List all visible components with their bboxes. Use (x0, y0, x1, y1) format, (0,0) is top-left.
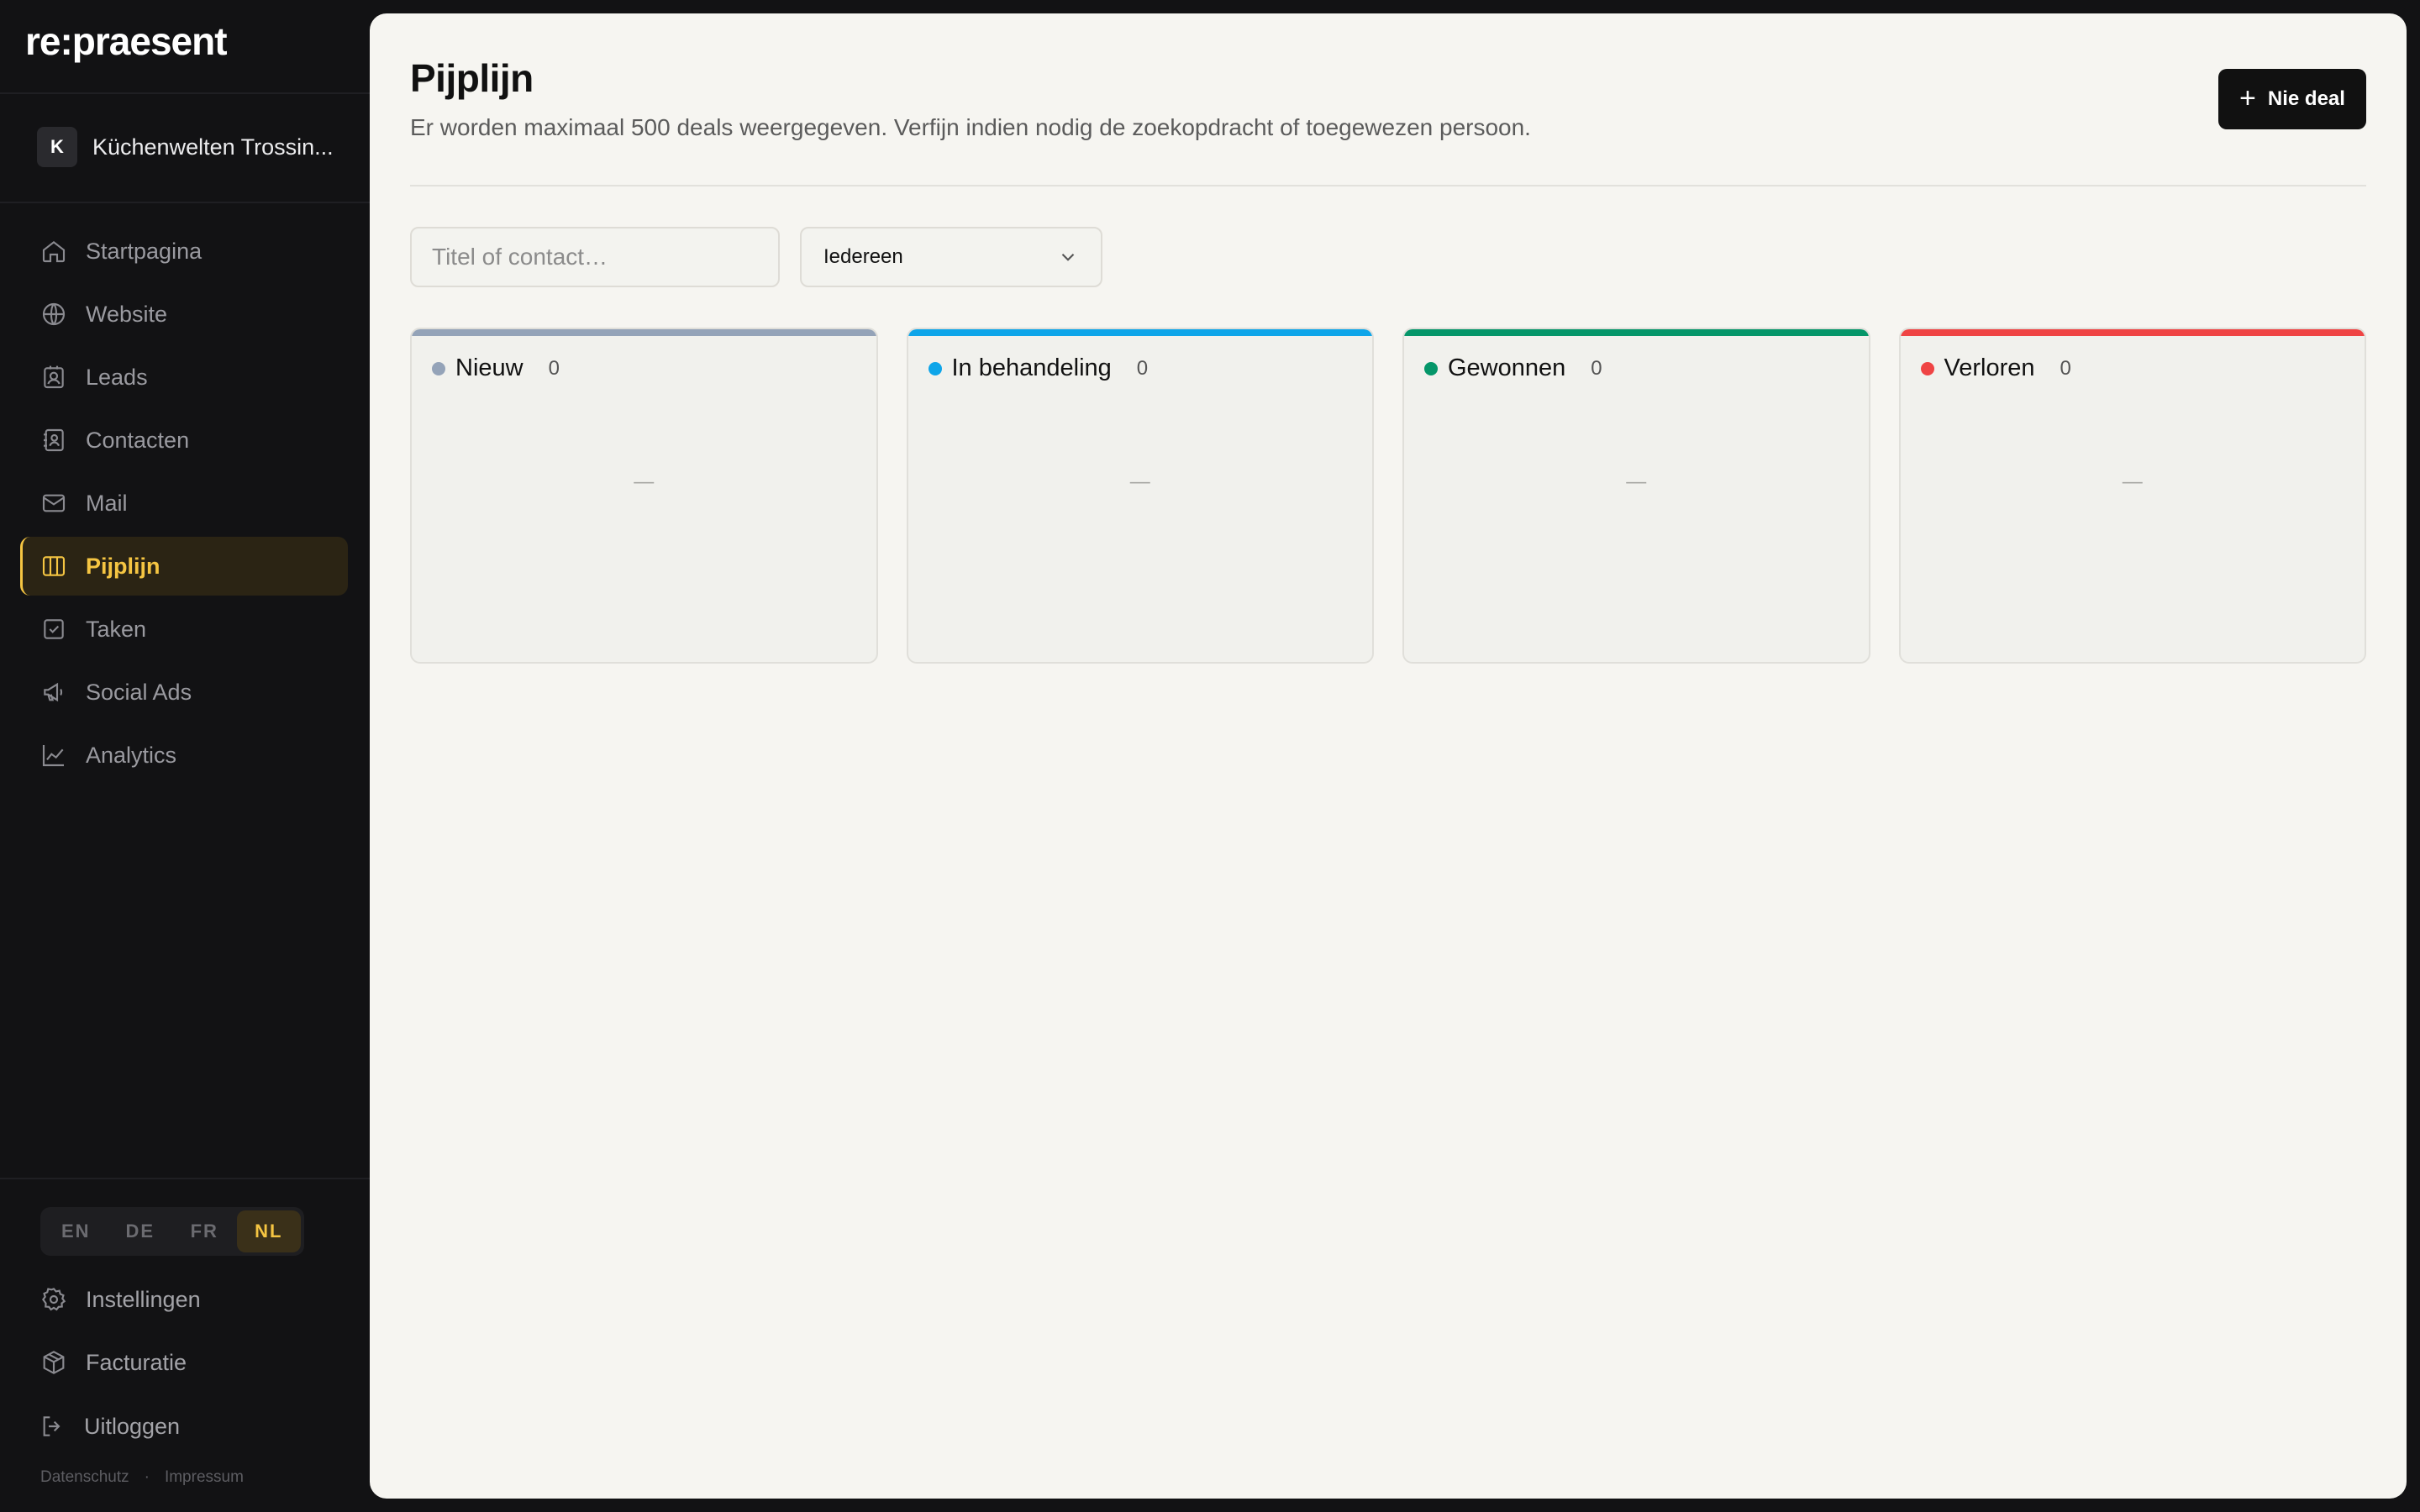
checkbox-icon (44, 619, 64, 639)
sidebar-divider (0, 92, 370, 94)
sidebar: re:praesent K Küchenwelten Trossin... St… (0, 0, 370, 1512)
status-dot (1920, 361, 1934, 375)
sidebar-item-startpagina[interactable]: Startpagina (20, 222, 348, 281)
logout-label: Uitloggen (84, 1413, 181, 1439)
column-title: Gewonnen (1448, 354, 1566, 381)
sidebar-item-contacten[interactable]: Contacten (20, 411, 348, 470)
plus-icon: + (2239, 81, 2256, 114)
box-icon (43, 1351, 65, 1374)
column-empty-state: — (634, 470, 655, 493)
logout-icon (43, 1416, 60, 1436)
sidebar-item-mail[interactable]: Mail (20, 474, 348, 533)
column-count: 0 (1136, 356, 1149, 380)
page-title: Pijplijn (410, 56, 534, 100)
column-title: Verloren (1944, 354, 2035, 381)
language-switcher: EN DE FR NL (40, 1207, 304, 1256)
sidebar-item-label: Social Ads (86, 679, 192, 705)
globe-icon (42, 302, 66, 326)
column-color-bar (412, 329, 876, 336)
sidebar-item-social-ads[interactable]: Social Ads (20, 663, 348, 722)
sidebar-item-website[interactable]: Website (20, 285, 348, 344)
page-subtitle: Er worden maximaal 500 deals weergegeven… (410, 114, 1531, 140)
status-dot (1424, 361, 1438, 375)
lang-nl-button[interactable]: NL (236, 1210, 301, 1252)
sidebar-item-label: Website (86, 301, 168, 327)
pipeline-column-in-behandeling: In behandeling 0 — (906, 328, 1374, 664)
column-count: 0 (1591, 356, 1602, 380)
header-divider (410, 185, 2366, 186)
lang-fr-button[interactable]: FR (172, 1210, 237, 1252)
sidebar-item-label: Leads (86, 364, 148, 390)
column-header: Nieuw 0 (432, 354, 560, 382)
sidebar-item-label: Pijplijn (86, 553, 160, 579)
assignee-select[interactable]: Iedereen (800, 227, 1102, 287)
lang-en-button[interactable]: EN (44, 1210, 108, 1252)
megaphone-icon (44, 682, 63, 702)
pipeline-column-gewonnen: Gewonnen 0 — (1402, 328, 1870, 664)
chevron-down-icon (1061, 253, 1075, 261)
imprint-link[interactable]: Impressum (165, 1468, 244, 1487)
sidebar-item-label: Taken (86, 616, 147, 642)
contact-book-icon (44, 428, 64, 452)
org-switcher[interactable]: K Küchenwelten Trossin... (37, 126, 348, 168)
column-count: 0 (548, 356, 560, 380)
mail-icon (42, 494, 66, 512)
column-title: In behandeling (951, 354, 1112, 381)
kanban-icon (42, 556, 66, 576)
leads-icon (44, 365, 64, 389)
column-empty-state: — (2122, 470, 2143, 493)
sidebar-item-leads[interactable]: Leads (20, 348, 348, 407)
search-input[interactable] (410, 227, 780, 287)
new-deal-button[interactable]: + Nie deal (2218, 69, 2366, 129)
new-deal-label: Nie deal (2267, 87, 2345, 110)
pipeline-column-nieuw: Nieuw 0 — (410, 328, 878, 664)
billing-link[interactable]: Facturatie (40, 1341, 187, 1383)
settings-link[interactable]: Instellingen (40, 1278, 201, 1320)
column-count: 0 (2060, 356, 2071, 380)
sidebar-nav: Startpagina Website Leads Contacten Mail… (20, 222, 348, 789)
sidebar-divider (0, 202, 370, 203)
sidebar-item-label: Contacten (86, 427, 190, 453)
sidebar-item-label: Startpagina (86, 238, 203, 264)
main-panel: Pijplijn Er worden maximaal 500 deals we… (370, 13, 2407, 1499)
chart-line-icon (42, 745, 64, 767)
column-header: Gewonnen 0 (1424, 354, 1602, 382)
pipeline-column-verloren: Verloren 0 — (1898, 328, 2366, 664)
org-name: Küchenwelten Trossin... (92, 134, 334, 160)
column-empty-state: — (1626, 470, 1647, 493)
privacy-link[interactable]: Datenschutz (40, 1468, 129, 1487)
pipeline-board: Nieuw 0 — In behandeling 0 — Gewonnen 0 … (410, 328, 2366, 677)
column-color-bar (1900, 329, 2365, 336)
sidebar-item-taken[interactable]: Taken (20, 600, 348, 659)
billing-label: Facturatie (86, 1349, 187, 1375)
column-title: Nieuw (455, 354, 523, 381)
gear-icon (42, 1288, 66, 1311)
column-color-bar (1404, 329, 1869, 336)
app-root: re:praesent K Küchenwelten Trossin... St… (0, 0, 2420, 1512)
column-header: Verloren 0 (1920, 354, 2071, 382)
sidebar-item-pijplijn[interactable]: Pijplijn (20, 537, 348, 596)
sidebar-item-label: Mail (86, 490, 128, 516)
column-empty-state: — (1129, 470, 1150, 493)
status-dot (928, 361, 942, 375)
sidebar-item-analytics[interactable]: Analytics (20, 726, 348, 785)
footer-separator: · (144, 1468, 150, 1486)
app-logo[interactable]: re:praesent (25, 18, 228, 64)
logout-link[interactable]: Uitloggen (39, 1405, 180, 1447)
footer-links: Datenschutz · Impressum (40, 1468, 244, 1487)
status-dot (432, 361, 445, 375)
sidebar-divider (0, 1178, 370, 1179)
sidebar-item-label: Analytics (86, 742, 177, 768)
org-avatar: K (37, 127, 77, 167)
home-icon (42, 240, 66, 263)
assignee-select-value: Iedereen (823, 245, 903, 268)
settings-label: Instellingen (86, 1286, 201, 1312)
lang-de-button[interactable]: DE (108, 1210, 173, 1252)
column-header: In behandeling 0 (928, 354, 1149, 382)
column-color-bar (908, 329, 1372, 336)
